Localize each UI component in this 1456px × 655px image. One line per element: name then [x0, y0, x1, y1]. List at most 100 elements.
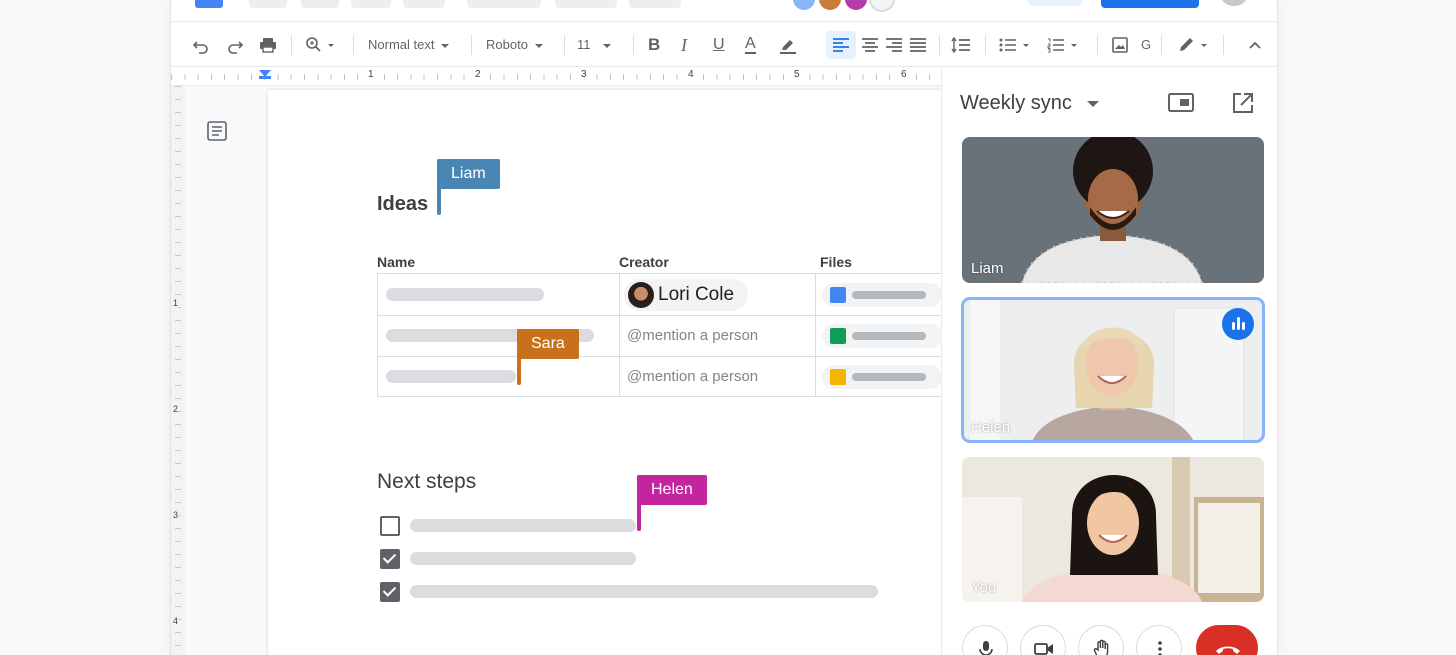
text-color-icon[interactable]: A — [745, 35, 756, 54]
audio-level-bar — [1232, 322, 1235, 330]
docs-logo-icon[interactable] — [195, 0, 223, 8]
participant-video-liam — [962, 137, 1264, 283]
redo-icon[interactable] — [227, 35, 243, 55]
menu-item-edit[interactable] — [301, 0, 339, 8]
participant-tile-you[interactable]: You — [962, 457, 1264, 602]
align-center-icon[interactable] — [861, 35, 879, 55]
meet-side-panel: Weekly sync Liam Helen You — [941, 68, 1277, 655]
bold-icon[interactable]: B — [648, 35, 660, 55]
paragraph-style-value: Normal text — [368, 37, 435, 52]
menu-item-file[interactable] — [249, 0, 287, 8]
file-name-placeholder — [852, 291, 926, 299]
end-call-button[interactable] — [1196, 625, 1258, 655]
horizontal-ruler[interactable]: 1 2 3 4 5 6 — [171, 68, 941, 86]
person-chip-label: Lori Cole — [658, 284, 735, 305]
menu-item-insert[interactable] — [403, 0, 445, 8]
sheets-file-icon — [830, 328, 846, 344]
raise-hand-icon — [1093, 639, 1109, 655]
file-chip-doc[interactable] — [822, 283, 942, 307]
image-icon[interactable] — [1111, 35, 1129, 55]
menu-item-help[interactable] — [629, 0, 681, 8]
meeting-title[interactable]: Weekly sync — [960, 92, 1072, 115]
camera-button[interactable] — [1020, 625, 1066, 655]
bulleted-list-icon[interactable] — [999, 35, 1033, 55]
paragraph-style-select[interactable]: Normal text — [368, 35, 450, 55]
mention-placeholder[interactable]: @mention a person — [627, 327, 758, 344]
file-chip-slides[interactable] — [822, 365, 942, 389]
ruler-ticks — [175, 86, 181, 655]
microphone-icon — [979, 641, 993, 655]
italic-icon[interactable]: I — [681, 35, 687, 55]
checklist-item-placeholder — [410, 519, 636, 532]
heading-next-steps: Next steps — [377, 470, 477, 493]
menu-item-view[interactable] — [351, 0, 391, 8]
participant-tile-helen[interactable]: Helen — [961, 297, 1265, 443]
collapse-icon[interactable] — [1247, 35, 1263, 55]
toolbar-divider — [1097, 35, 1098, 55]
justify-icon[interactable] — [909, 35, 927, 55]
chevron-down-icon[interactable] — [1087, 101, 1099, 107]
column-header-name: Name — [377, 254, 416, 270]
ruler-ticks — [171, 74, 941, 80]
docs-file-icon — [830, 287, 846, 303]
participant-name-label: Liam — [971, 260, 1004, 277]
ruler-number: 2 — [473, 69, 483, 80]
table-col-divider — [815, 274, 816, 396]
raise-hand-button[interactable] — [1078, 625, 1124, 655]
participant-tile-liam[interactable]: Liam — [962, 137, 1264, 283]
table-cell-placeholder — [386, 288, 544, 301]
checklist-item-placeholder — [410, 552, 636, 565]
meet-button[interactable] — [1027, 0, 1083, 6]
menu-item-tools[interactable] — [555, 0, 617, 8]
undo-icon[interactable] — [193, 35, 209, 55]
more-collaborators-avatar[interactable] — [869, 0, 895, 12]
file-chip-sheet[interactable] — [822, 324, 942, 348]
numbered-list-icon[interactable] — [1047, 35, 1081, 55]
collaborator-avatar[interactable] — [843, 0, 869, 12]
toolbar-divider — [564, 35, 565, 55]
more-options-icon — [1158, 641, 1162, 655]
document-outline-icon[interactable] — [206, 120, 228, 147]
ruler-number: 6 — [899, 69, 909, 80]
checklist-checkbox-checked[interactable] — [380, 582, 400, 602]
cursor-flag-sara: Sara — [517, 329, 579, 385]
edit-mode-icon[interactable] — [1177, 35, 1211, 55]
print-icon[interactable] — [259, 35, 277, 55]
line-spacing-icon[interactable] — [951, 35, 971, 55]
picture-in-picture-icon[interactable] — [1168, 92, 1194, 119]
font-family-value: Roboto — [486, 37, 528, 52]
share-button[interactable] — [1101, 0, 1199, 8]
chevron-down-icon — [441, 43, 450, 48]
link-icon[interactable]: G — [1141, 35, 1151, 55]
align-left-icon[interactable] — [832, 35, 850, 55]
open-in-new-icon[interactable] — [1232, 92, 1254, 119]
column-header-files: Files — [820, 254, 852, 270]
table-row-divider — [378, 356, 976, 357]
zoom-icon[interactable] — [305, 35, 337, 55]
checklist-checkbox-checked[interactable] — [380, 549, 400, 569]
checklist-checkbox-unchecked[interactable] — [380, 516, 400, 536]
microphone-button[interactable] — [962, 625, 1008, 655]
underline-icon[interactable]: U — [713, 35, 725, 55]
file-name-placeholder — [852, 373, 926, 381]
ruler-number: 1 — [366, 69, 376, 80]
font-size-select[interactable]: 11 — [577, 35, 611, 55]
mention-placeholder[interactable]: @mention a person — [627, 368, 758, 385]
cursor-flag-liam: Liam — [437, 159, 500, 215]
collaborator-avatar[interactable] — [817, 0, 843, 12]
slides-file-icon — [830, 369, 846, 385]
ruler-number: 4 — [686, 69, 696, 80]
person-chip-lori-cole[interactable]: Lori Cole — [624, 279, 749, 311]
table-cell-placeholder — [386, 370, 516, 383]
profile-avatar[interactable] — [1221, 0, 1247, 6]
toolbar-divider — [1161, 35, 1162, 55]
toolbar-divider — [353, 35, 354, 55]
highlight-icon[interactable] — [779, 35, 797, 55]
vertical-ruler[interactable]: 1 2 3 4 — [171, 86, 185, 655]
first-line-indent-marker[interactable] — [259, 76, 271, 79]
menu-item-format[interactable] — [467, 0, 541, 8]
font-family-select[interactable]: Roboto — [486, 35, 543, 55]
collaborator-avatar[interactable] — [791, 0, 817, 12]
align-right-icon[interactable] — [885, 35, 903, 55]
more-options-button[interactable] — [1136, 625, 1182, 655]
